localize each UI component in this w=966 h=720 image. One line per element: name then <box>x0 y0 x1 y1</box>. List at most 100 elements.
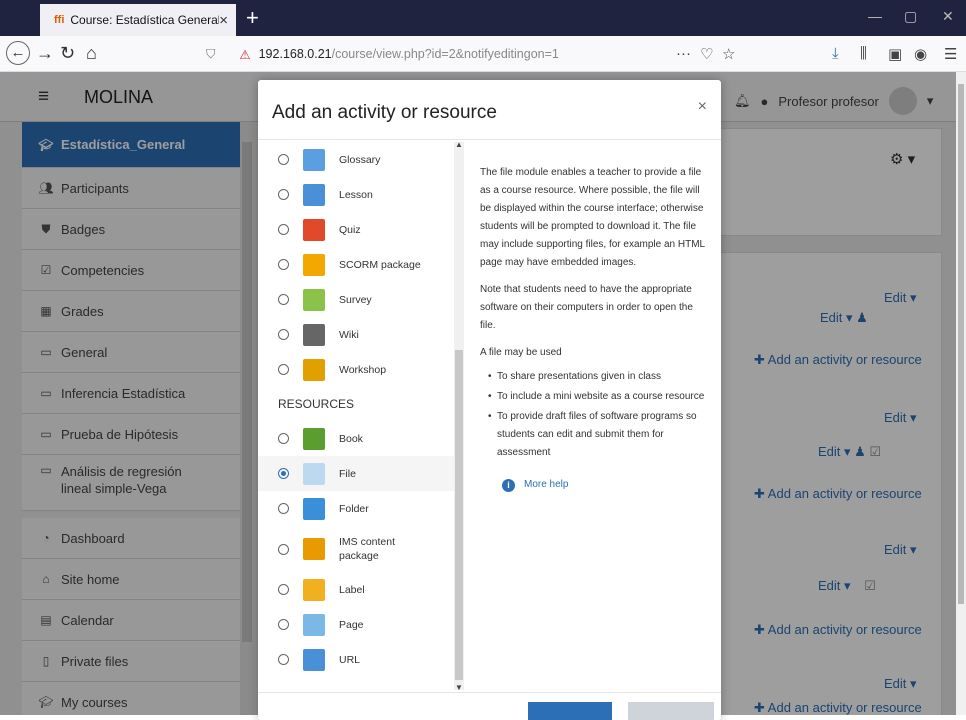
close-icon[interactable]: × <box>698 98 707 116</box>
more-help-label: More help <box>524 479 569 490</box>
folder-icon <box>303 497 325 520</box>
more-help-link[interactable]: i More help <box>480 476 710 494</box>
dialog-header: Add an activity or resource × <box>258 80 721 140</box>
url-bar[interactable]: ⛉ ⚠ 192.168.0.21/course/view.php?id=2&no… <box>206 41 724 67</box>
wiki-icon <box>303 323 325 346</box>
radio-button[interactable] <box>278 364 289 375</box>
radio-button[interactable] <box>278 619 289 630</box>
sidebar-toggle-icon[interactable]: ▣ <box>888 45 902 63</box>
module-list: Glossary Lesson Quiz SCORM package Surve… <box>258 142 454 690</box>
uses-list: To share presentations given in class To… <box>480 368 710 462</box>
module-label: Workshop <box>339 363 387 376</box>
radio-button[interactable] <box>278 329 289 340</box>
module-label: Page <box>339 618 364 631</box>
quiz-icon <box>303 218 325 241</box>
module-option-survey[interactable]: Survey <box>258 282 454 317</box>
module-option-scorm[interactable]: SCORM package <box>258 247 454 282</box>
cancel-button[interactable] <box>628 702 714 720</box>
shield-icon: ⛉ <box>206 46 216 61</box>
module-option-ims[interactable]: IMS content package <box>258 526 454 572</box>
module-label: Wiki <box>339 328 359 341</box>
radio-button[interactable] <box>278 259 289 270</box>
radio-button[interactable] <box>278 543 289 555</box>
module-label: SCORM package <box>339 258 421 271</box>
survey-icon <box>303 288 325 311</box>
radio-button[interactable] <box>278 584 289 595</box>
module-list-scroll-thumb[interactable] <box>455 350 463 680</box>
module-label: URL <box>339 653 361 666</box>
pocket-icon[interactable]: ♡ <box>700 45 713 63</box>
module-option-folder[interactable]: Folder <box>258 491 454 526</box>
account-icon[interactable]: ◉ <box>914 45 927 63</box>
info-icon: i <box>502 478 515 492</box>
browser-tab[interactable]: ffi Course: Estadística General × <box>40 4 236 36</box>
url-host: 192.168.0.21 <box>258 47 332 61</box>
scroll-up-icon[interactable]: ▲ <box>455 140 463 149</box>
reload-icon[interactable]: ↻ <box>60 43 75 63</box>
module-option-lesson[interactable]: Lesson <box>258 177 454 212</box>
menu-icon[interactable]: ☰ <box>944 45 957 63</box>
tab-close-icon[interactable]: × <box>219 12 228 29</box>
module-option-file[interactable]: File <box>258 456 454 491</box>
description-paragraph: Note that students need to have the appr… <box>480 284 693 331</box>
bookmark-star-icon[interactable]: ☆ <box>722 45 735 63</box>
activity-chooser-dialog: Add an activity or resource × Glossary L… <box>258 80 721 720</box>
insecure-lock-icon: ⚠ <box>239 47 251 62</box>
page-scrollbar[interactable] <box>956 72 966 715</box>
add-button[interactable] <box>528 702 612 720</box>
module-option-book[interactable]: Book <box>258 421 454 456</box>
forward-icon[interactable]: → <box>36 43 54 63</box>
book-icon <box>303 427 325 450</box>
download-icon[interactable]: ⤓ <box>832 45 839 62</box>
workshop-icon <box>303 358 325 381</box>
dialog-footer <box>258 692 721 720</box>
radio-button-selected[interactable] <box>278 468 289 479</box>
module-option-workshop[interactable]: Workshop <box>258 352 454 387</box>
module-description: The file module enables a teacher to pro… <box>480 164 710 494</box>
scorm-icon <box>303 253 325 276</box>
radio-button[interactable] <box>278 433 289 444</box>
url-path: /course/view.php?id=2&notifyeditingon=1 <box>331 47 559 61</box>
module-option-quiz[interactable]: Quiz <box>258 212 454 247</box>
ims-package-icon <box>303 538 325 560</box>
label-icon <box>303 578 325 601</box>
description-paragraph: A file may be used <box>480 347 562 358</box>
radio-button[interactable] <box>278 503 289 514</box>
module-option-label[interactable]: Label <box>258 572 454 607</box>
window-close-icon[interactable]: ✕ <box>942 8 954 25</box>
new-tab-icon[interactable]: + <box>246 5 259 31</box>
back-icon[interactable]: ← <box>6 41 30 65</box>
radio-button[interactable] <box>278 154 289 165</box>
scroll-down-icon[interactable]: ▼ <box>455 683 463 692</box>
module-list-scrollbar[interactable]: ▲ ▼ <box>454 140 464 692</box>
radio-button[interactable] <box>278 654 289 665</box>
lesson-icon <box>303 183 325 206</box>
module-option-url[interactable]: URL <box>258 642 454 677</box>
radio-button[interactable] <box>278 294 289 305</box>
minimize-icon[interactable]: — <box>868 8 882 24</box>
home-icon[interactable]: ⌂ <box>86 43 97 63</box>
module-label: Book <box>339 432 363 445</box>
browser-navbar: ← → ↻ ⌂ ⛉ ⚠ 192.168.0.21/course/view.php… <box>0 36 966 72</box>
module-label: IMS content package <box>339 536 396 562</box>
page-actions-icon[interactable]: ··· <box>676 45 691 62</box>
module-label: Lesson <box>339 188 373 201</box>
browser-titlebar: ffi Course: Estadística General × + — ▢ … <box>0 0 966 36</box>
maximize-icon[interactable]: ▢ <box>904 8 917 25</box>
page-scroll-thumb[interactable] <box>958 84 964 604</box>
page-icon <box>303 613 325 636</box>
tab-title: Course: Estadística General <box>70 13 220 27</box>
module-label: Label <box>339 583 365 596</box>
description-paragraph: The file module enables a teacher to pro… <box>480 167 705 268</box>
module-option-wiki[interactable]: Wiki <box>258 317 454 352</box>
radio-button[interactable] <box>278 224 289 235</box>
module-option-glossary[interactable]: Glossary <box>258 142 454 177</box>
library-icon[interactable]: ⫼ <box>860 45 867 62</box>
dialog-title: Add an activity or resource <box>272 102 497 123</box>
radio-button[interactable] <box>278 189 289 200</box>
module-option-page[interactable]: Page <box>258 607 454 642</box>
file-icon <box>303 462 325 485</box>
module-label: File <box>339 467 356 480</box>
list-item: To include a mini website as a course re… <box>488 388 710 406</box>
glossary-icon <box>303 148 325 171</box>
